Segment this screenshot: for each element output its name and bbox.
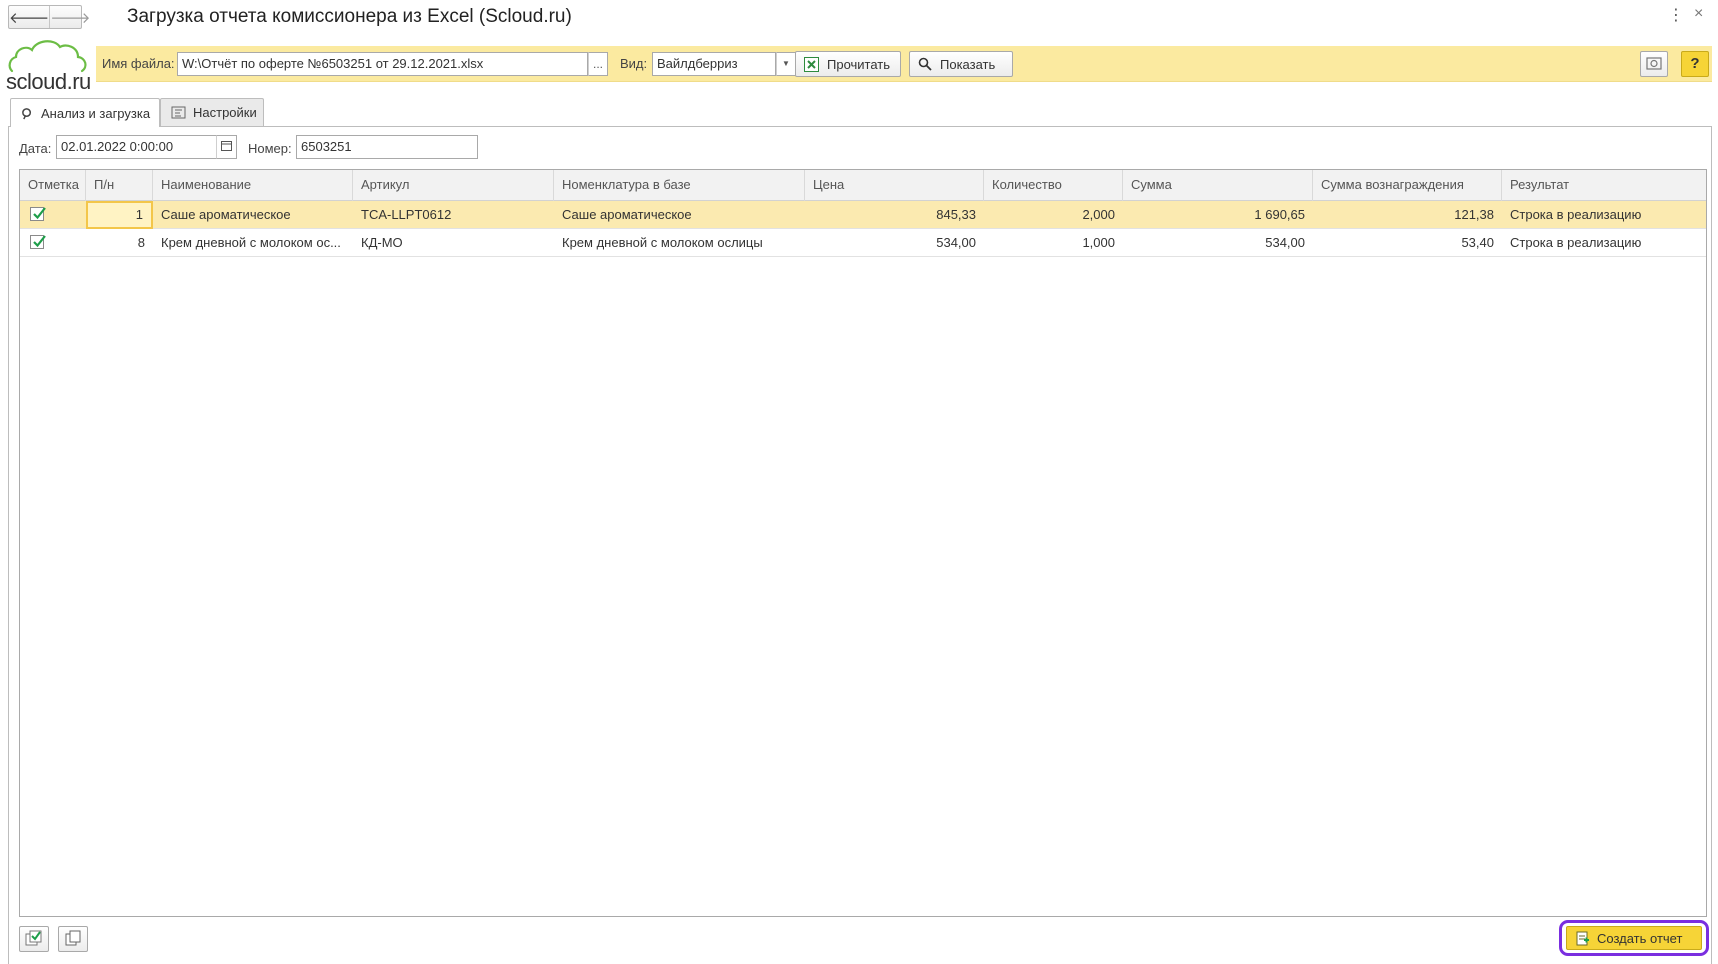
copy-icon: [65, 930, 81, 949]
column-header-reward[interactable]: Сумма вознаграждения: [1313, 170, 1502, 201]
column-header-result[interactable]: Результат: [1502, 170, 1708, 201]
date-input[interactable]: 02.01.2022 0:00:00: [56, 135, 218, 159]
document-add-icon: [1575, 931, 1590, 946]
tab-analysis[interactable]: Анализ и загрузка: [10, 98, 160, 127]
number-label: Номер:: [248, 141, 292, 156]
qty-cell[interactable]: 1,000: [984, 229, 1123, 257]
result-cell[interactable]: Строка в реализацию: [1502, 201, 1708, 229]
column-header-pn[interactable]: П/н: [86, 170, 153, 201]
window-title: Загрузка отчета комиссионера из Excel (S…: [127, 6, 572, 27]
view-select[interactable]: Вайлдберриз: [652, 52, 776, 76]
search-icon: [21, 107, 34, 120]
show-button[interactable]: Показать: [909, 51, 1013, 77]
create-report-button[interactable]: Создать отчет: [1566, 926, 1702, 950]
uncheck-all-button[interactable]: [58, 926, 88, 952]
article-cell[interactable]: КД-МО: [353, 229, 554, 257]
column-header-article[interactable]: Артикул: [353, 170, 554, 201]
arrow-right-icon: 🡒: [50, 9, 91, 27]
file-name-input[interactable]: W:\Отчёт по оферте №6503251 от 29.12.202…: [177, 52, 588, 76]
date-label: Дата:: [19, 141, 52, 156]
nomenclature-cell[interactable]: Саше ароматическое: [554, 201, 805, 229]
check-all-button[interactable]: [19, 926, 49, 952]
read-button-label: Прочитать: [827, 56, 891, 72]
more-menu-icon[interactable]: ⋮: [1668, 8, 1684, 24]
pn-cell[interactable]: 1: [86, 201, 153, 229]
checkmark-icon: [33, 207, 46, 220]
help-button[interactable]: ?: [1681, 51, 1709, 77]
column-header-sum[interactable]: Сумма: [1123, 170, 1313, 201]
sum-cell[interactable]: 1 690,65: [1123, 201, 1313, 229]
back-button[interactable]: 🡐: [9, 6, 49, 28]
choose-file-button[interactable]: ...: [588, 52, 608, 76]
mark-cell[interactable]: [20, 201, 86, 229]
calendar-button[interactable]: [216, 135, 237, 159]
create-report-highlight: Создать отчет: [1559, 920, 1709, 956]
command-bar: Имя файла: W:\Отчёт по оферте №6503251 о…: [96, 46, 1712, 82]
read-button[interactable]: Прочитать: [795, 51, 901, 77]
report-table: Отметка П/н Наименование Артикул Номенкл…: [19, 169, 1707, 917]
logo-text: scloud.ru: [6, 69, 91, 94]
row-checkbox[interactable]: [30, 235, 46, 249]
tab-settings[interactable]: Настройки: [160, 98, 264, 126]
show-button-label: Показать: [940, 56, 996, 72]
form-settings-button[interactable]: [1640, 51, 1668, 77]
column-header-price[interactable]: Цена: [805, 170, 984, 201]
name-cell[interactable]: Крем дневной с молоком ос...: [153, 229, 353, 257]
name-cell[interactable]: Саше ароматическое: [153, 201, 353, 229]
checkmark-icon: [33, 235, 46, 248]
view-select-value: Вайлдберриз: [657, 56, 738, 71]
calendar-icon: [221, 140, 232, 154]
search-icon: [918, 57, 932, 71]
view-label: Вид:: [620, 56, 648, 71]
table-row[interactable]: 1 Саше ароматическое TCA-LLPT0612 Саше а…: [20, 201, 1706, 229]
forward-button[interactable]: 🡒: [49, 6, 90, 28]
column-header-nomenclature[interactable]: Номенклатура в базе: [554, 170, 805, 201]
scloud-logo: scloud.ru: [6, 37, 91, 94]
tab-analysis-label: Анализ и загрузка: [41, 105, 151, 121]
number-input[interactable]: 6503251: [296, 135, 478, 159]
file-name-label: Имя файла:: [102, 56, 175, 71]
table-header: Отметка П/н Наименование Артикул Номенкл…: [20, 170, 1706, 201]
row-checkbox[interactable]: [30, 207, 46, 221]
settings-icon: [171, 106, 186, 119]
column-header-qty[interactable]: Количество: [984, 170, 1123, 201]
article-cell[interactable]: TCA-LLPT0612: [353, 201, 554, 229]
pn-cell[interactable]: 8: [86, 229, 153, 257]
price-cell[interactable]: 845,33: [805, 201, 984, 229]
create-report-label: Создать отчет: [1597, 930, 1683, 946]
excel-icon: [804, 56, 819, 72]
column-header-name[interactable]: Наименование: [153, 170, 353, 201]
sum-cell[interactable]: 534,00: [1123, 229, 1313, 257]
chevron-down-icon: ▼: [782, 59, 790, 68]
camera-icon: [1646, 56, 1662, 73]
view-dropdown-button[interactable]: ▼: [776, 52, 796, 76]
nomenclature-cell[interactable]: Крем дневной с молоком ослицы: [554, 229, 805, 257]
title-bar: 🡐 🡒 Загрузка отчета комиссионера из Exce…: [0, 0, 1718, 38]
close-icon[interactable]: ×: [1694, 5, 1703, 23]
mark-cell[interactable]: [20, 229, 86, 257]
tab-settings-label: Настройки: [193, 105, 257, 120]
column-header-mark[interactable]: Отметка: [20, 170, 86, 201]
qty-cell[interactable]: 2,000: [984, 201, 1123, 229]
reward-cell[interactable]: 121,38: [1313, 201, 1502, 229]
result-cell[interactable]: Строка в реализацию: [1502, 229, 1708, 257]
reward-cell[interactable]: 53,40: [1313, 229, 1502, 257]
check-all-icon: [25, 930, 43, 949]
price-cell[interactable]: 534,00: [805, 229, 984, 257]
navigation-buttons: 🡐 🡒: [8, 5, 90, 29]
table-row[interactable]: 8 Крем дневной с молоком ос... КД-МО Кре…: [20, 229, 1706, 257]
arrow-left-icon: 🡐: [9, 9, 50, 27]
